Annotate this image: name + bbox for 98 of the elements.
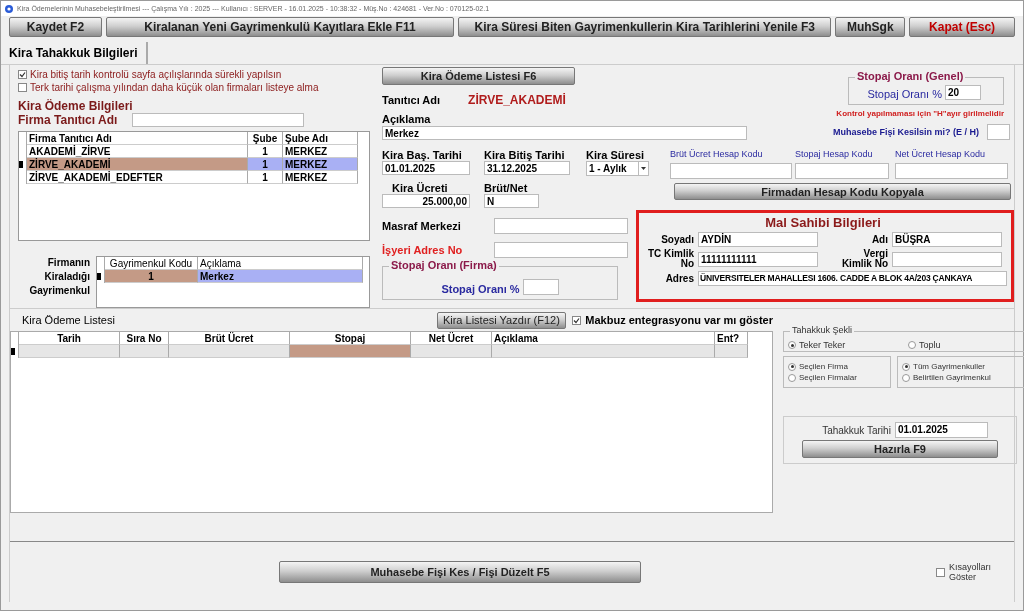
print-button[interactable]: Kira Listesi Yazdır (F12): [436, 311, 567, 329]
table-cell[interactable]: [169, 345, 290, 358]
option-label: Makbuz entegrasyonu var mı göster: [585, 314, 773, 326]
field-label: Kira Baş. Tarihi: [382, 149, 463, 161]
field-label: Brüt/Net: [484, 182, 529, 194]
toolbar-button[interactable]: Kapat (Esc): [909, 17, 1015, 37]
field-label: Firmanın Kiraladığı Gayrimenkul: [28, 256, 90, 298]
table-cell[interactable]: [19, 345, 120, 358]
section-title: Kira Ödeme Listesi: [22, 314, 116, 326]
cost-center-field[interactable]: [494, 218, 628, 234]
field-label: Firma Tanıtıcı Adı: [18, 113, 118, 127]
radio-option[interactable]: Belirtilen Gayrimenkul: [902, 373, 1022, 382]
address-field[interactable]: ÜNIVERSITELER MAHALLESI 1606. CADDE A BLOK 4A/203 ÇANKAYA: [698, 271, 1007, 286]
table-cell[interactable]: MERKEZ: [283, 171, 358, 184]
rate-field[interactable]: 20: [945, 85, 981, 100]
field-label: Açıklama: [382, 113, 432, 125]
panel-title: Mal Sahibi Bilgileri: [764, 215, 882, 230]
address-no-field[interactable]: [494, 242, 628, 258]
radio-option[interactable]: Seçilen Firma: [788, 362, 886, 371]
checkbox[interactable]: [572, 315, 582, 325]
table-cell[interactable]: MERKEZ: [283, 158, 358, 171]
option-label: Terk tarihi çalışma yılından daha küçük olan firmaları listeye alma: [30, 81, 319, 93]
date-field[interactable]: 01.01.2025: [894, 422, 988, 438]
field-label: İşyeri Adres No: [382, 244, 463, 256]
warning-text: Kontrol yapılmaması için "H"ayır girilmelidir: [836, 109, 1004, 118]
table-cell[interactable]: 1: [248, 158, 283, 171]
account-code-field[interactable]: [795, 163, 889, 179]
copy-button[interactable]: Firmadan Hesap Kodu Kopyala: [674, 183, 1011, 200]
table-cell[interactable]: 1: [248, 171, 283, 184]
toolbar-button[interactable]: Kiralanan Yeni Gayrimenkulü Kayıtlara Ekle F11: [105, 17, 455, 37]
table-cell[interactable]: [120, 345, 169, 358]
search-field[interactable]: [132, 113, 304, 127]
rate-field[interactable]: [522, 279, 559, 295]
group-title: Stopaj Oranı (Firma): [389, 259, 499, 271]
field-label: Masraf Merkezi: [382, 220, 461, 232]
field-label: Kira Bitiş Tarihi: [484, 149, 566, 161]
checkbox[interactable]: [18, 69, 27, 79]
amount-field[interactable]: 25.000,00: [382, 194, 470, 208]
field-label: Tanıtıcı Adı: [382, 94, 441, 106]
app-icon: [5, 4, 13, 13]
row-marker-icon: [19, 161, 23, 168]
table-cell[interactable]: ZİRVE_AKADEMİ_EDEFTER: [27, 171, 248, 184]
radio-option[interactable]: Seçilen Firmalar: [788, 373, 886, 382]
field-label: Stopaj Oranı %: [441, 283, 520, 295]
field-label: Vergi Kimlik No: [840, 249, 888, 269]
table-cell[interactable]: ZİRVE_AKADEMİ: [27, 158, 248, 171]
field-label: Tahakkuk Tarihi: [822, 424, 891, 436]
description-field[interactable]: Merkez: [382, 126, 747, 140]
table-cell[interactable]: [715, 345, 748, 358]
toolbar-button[interactable]: Kira Süresi Biten Gayrimenkullerin Kira Tarihlerini Yenile F3: [458, 17, 832, 37]
table-cell[interactable]: 1: [105, 270, 198, 283]
checkbox[interactable]: [18, 82, 27, 92]
id-number-field[interactable]: 11111111111: [698, 251, 818, 267]
field-label: Kira Süresi: [586, 149, 646, 161]
table-cell[interactable]: [492, 345, 715, 358]
voucher-button[interactable]: Muhasebe Fişi Kes / Fişi Düzelt F5: [279, 561, 641, 583]
toolbar-button[interactable]: MuhSgk: [835, 17, 906, 37]
tax-number-field[interactable]: [892, 251, 1002, 267]
dropdown-arrow-icon[interactable]: [638, 162, 648, 175]
date-field[interactable]: 01.01.2025: [382, 161, 470, 175]
table-cell[interactable]: [290, 345, 411, 358]
account-code-field[interactable]: [895, 163, 1008, 179]
checkbox[interactable]: [936, 567, 945, 577]
table-cell[interactable]: Merkez: [198, 270, 363, 283]
name-field[interactable]: BÜŞRA: [892, 232, 1002, 247]
field-label: Stopaj Oranı %: [867, 88, 942, 100]
field-label: Adres: [664, 273, 694, 284]
column-header[interactable]: Firma Tanıtıcı Adı: [27, 132, 248, 145]
column-header[interactable]: Şube: [248, 132, 283, 145]
answer-field[interactable]: [987, 124, 1010, 140]
field-label: TC Kimlik No: [646, 249, 694, 269]
field-label: Net Ücret Hesap Kodu: [895, 149, 987, 159]
date-field[interactable]: 31.12.2025: [484, 161, 570, 175]
field-label: Kira Ücreti: [391, 182, 449, 194]
prepare-button[interactable]: Hazırla F9: [802, 440, 998, 458]
option-label: Kira bitiş tarih kontrolü sayfa açılışlarında sürekli yapılsın: [30, 68, 282, 80]
radio-option[interactable]: Toplu: [908, 340, 1024, 350]
group-title: Stopaj Oranı (Genel): [855, 70, 966, 82]
radio-option[interactable]: Teker Teker: [788, 340, 908, 350]
column-header[interactable]: Şube Adı: [283, 132, 358, 145]
account-code-field[interactable]: [670, 163, 792, 179]
field-label: Adı: [870, 234, 888, 245]
period-dropdown[interactable]: 1 - Aylık: [586, 161, 649, 176]
radio-option[interactable]: Tüm Gayrimenkuller: [902, 362, 1022, 371]
field-label: Brüt Ücret Hesap Kodu: [670, 149, 764, 159]
field-label: Soyadı: [660, 234, 694, 245]
identifier-value: ZİRVE_AKADEMİ: [468, 93, 566, 107]
row-marker-icon: [97, 273, 101, 280]
option-label: Kısayolları Göster: [949, 562, 989, 582]
toolbar-button[interactable]: Kaydet F2: [9, 17, 102, 37]
field-label: Stopaj Hesap Kodu: [795, 149, 874, 159]
field-label: Muhasebe Fişi Kesilsin mi? (E / H): [832, 127, 979, 137]
section-title: Kira Ödeme Bilgileri: [18, 99, 134, 113]
gross-net-field[interactable]: N: [484, 194, 539, 208]
table-cell[interactable]: [411, 345, 492, 358]
list-button[interactable]: Kira Ödeme Listesi F6: [382, 67, 575, 85]
group-title: Tahakkuk Şekli: [790, 325, 855, 335]
surname-field[interactable]: AYDİN: [698, 232, 818, 247]
